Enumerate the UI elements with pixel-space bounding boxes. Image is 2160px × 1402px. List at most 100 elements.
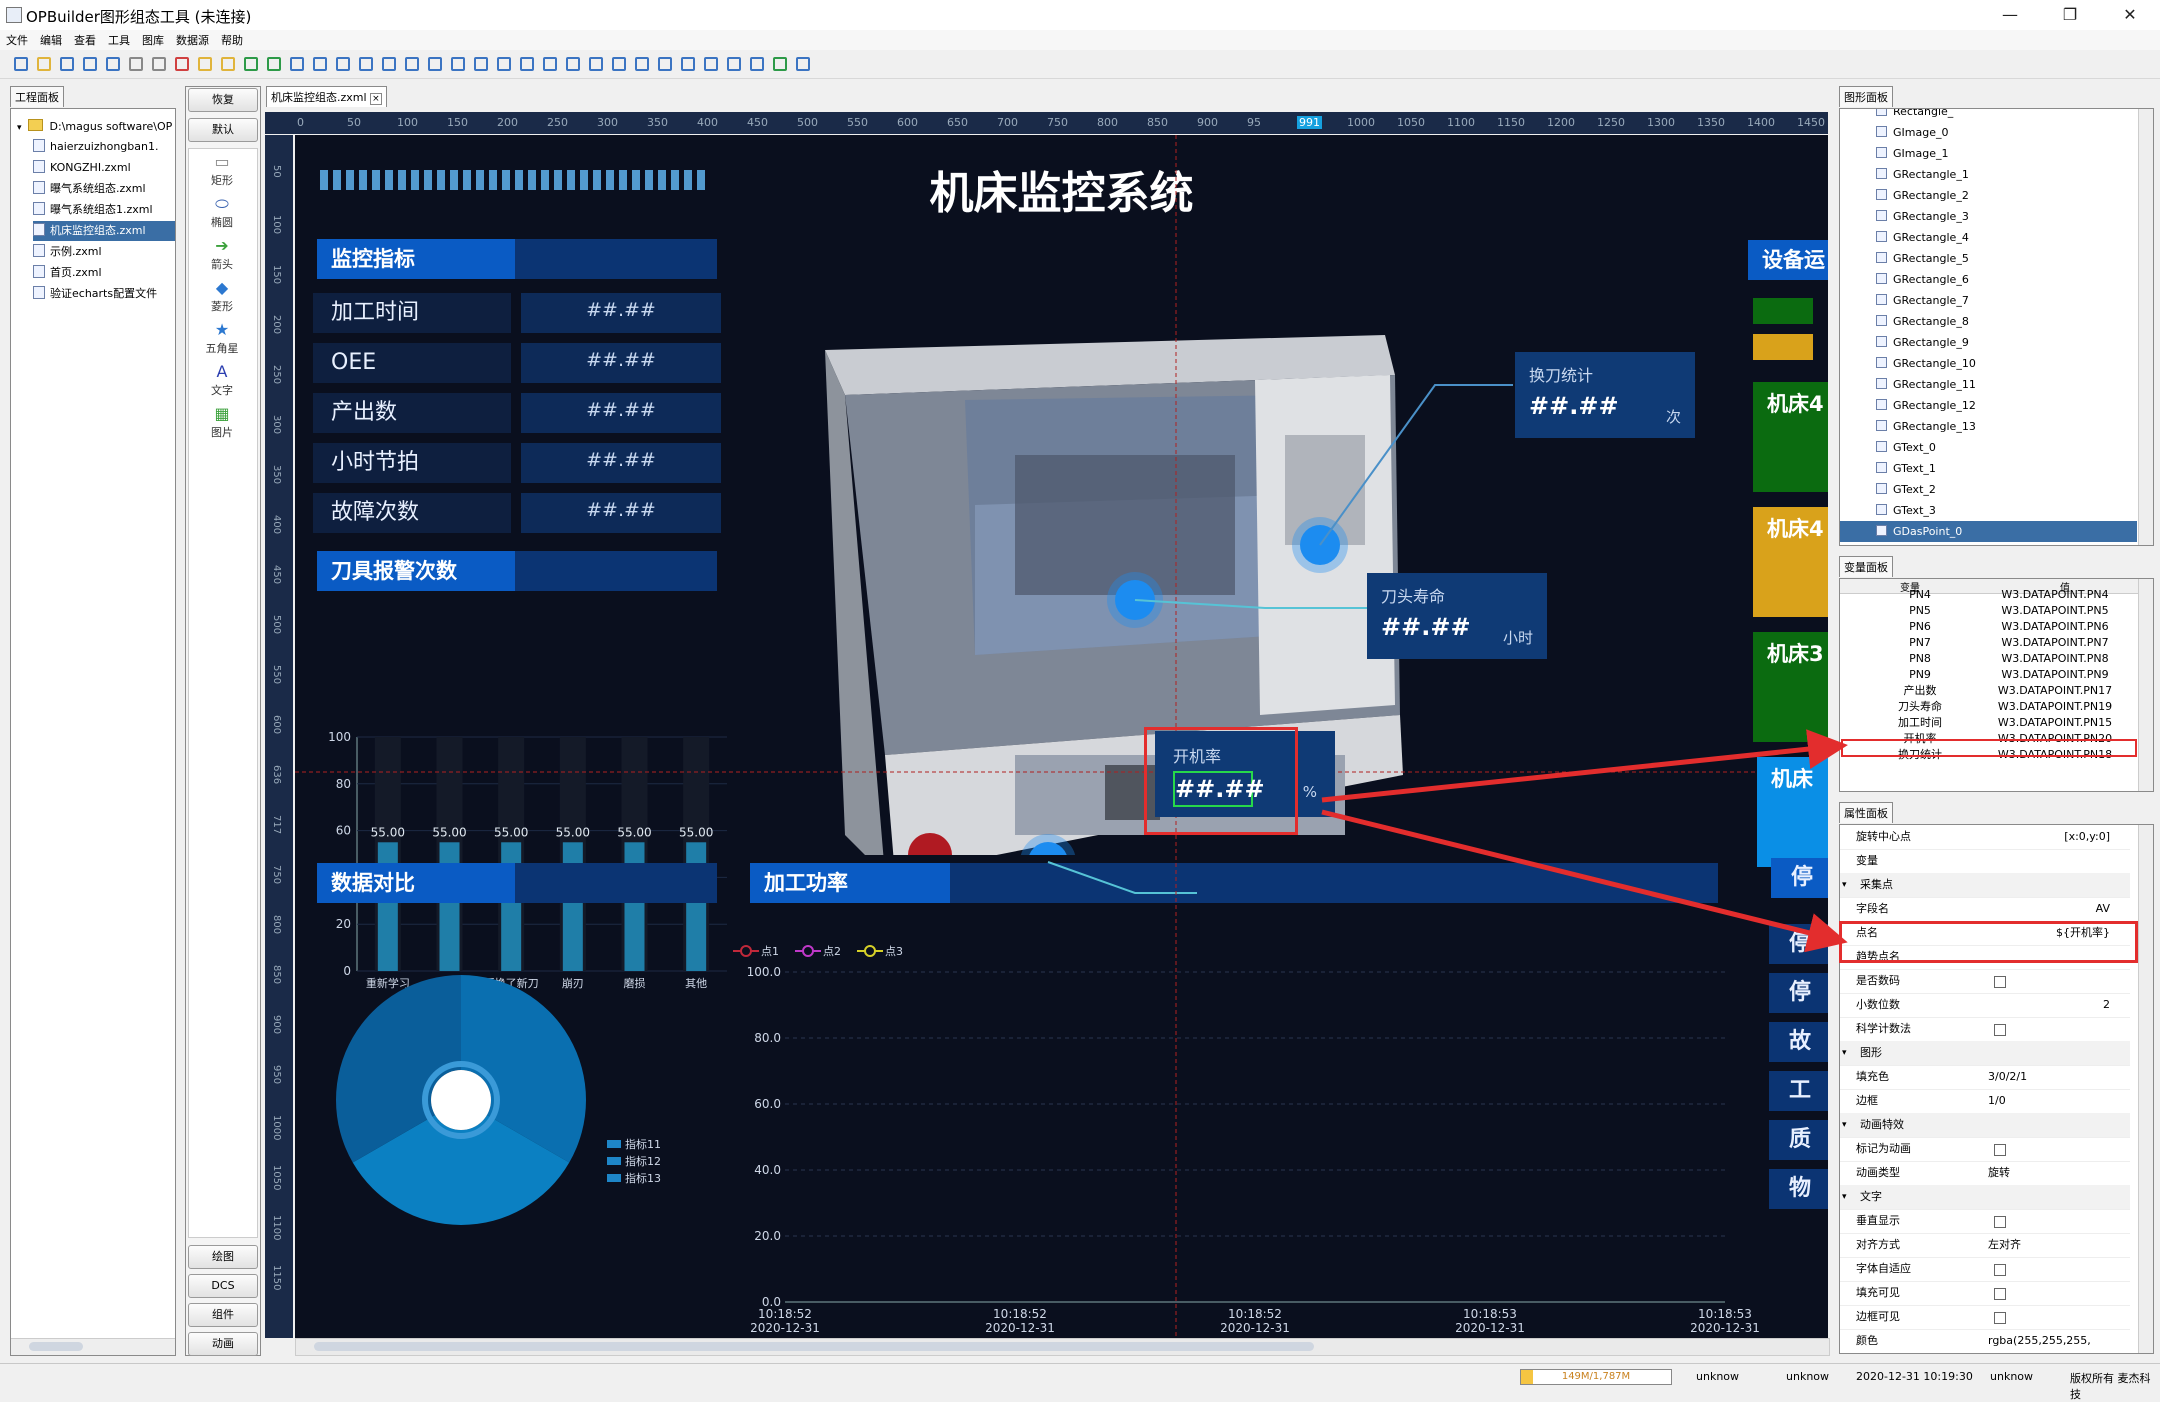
tree-root[interactable]: ▾ D:\magus software\OP — [17, 117, 172, 137]
shape-item[interactable]: GImage_1 — [1840, 143, 2137, 164]
toolbar-tool-icon[interactable] — [727, 57, 741, 71]
shape-item[interactable]: GRectangle_9 — [1840, 332, 2137, 353]
toolbar-tool-icon[interactable] — [152, 57, 166, 71]
property-row[interactable]: ▾ 动画特效 — [1840, 1113, 2130, 1138]
shape-item[interactable]: GRectangle_4 — [1840, 227, 2137, 248]
property-checkbox[interactable] — [1994, 1144, 2006, 1156]
machine-tile-4[interactable]: 机床 — [1757, 757, 1828, 867]
shape-item[interactable]: GRectangle_10 — [1840, 353, 2137, 374]
file-item[interactable]: KONGZHI.zxml — [33, 158, 175, 178]
draw-button[interactable]: 绘图 — [188, 1245, 258, 1269]
property-row[interactable]: 科学计数法 — [1840, 1017, 2130, 1042]
restore-button[interactable]: 恢复 — [188, 88, 258, 112]
tool-life-callout[interactable]: 刀头寿命 ##.## 小时 — [1367, 573, 1547, 659]
shape-item[interactable]: GText_0 — [1840, 437, 2137, 458]
file-item[interactable]: 首页.zxml — [33, 263, 175, 283]
property-value[interactable]: rgba(255,255,255, — [1988, 1329, 2091, 1353]
toolbar-tool-icon[interactable] — [474, 57, 488, 71]
component-button[interactable]: 组件 — [188, 1303, 258, 1327]
palette-shape-icon[interactable]: ▭ — [190, 152, 254, 171]
file-item[interactable]: 机床监控组态.zxml — [33, 221, 175, 241]
shape-item[interactable]: GText_2 — [1840, 479, 2137, 500]
shape-item[interactable]: GRectangle_12 — [1840, 395, 2137, 416]
toolbar-tool-icon[interactable] — [106, 57, 120, 71]
property-row[interactable]: 边框 1/0 — [1840, 1089, 2130, 1114]
kpi-value[interactable]: ##.## — [521, 293, 721, 333]
toolbar-tool-icon[interactable] — [336, 57, 350, 71]
property-row[interactable]: ▾ 采集点 — [1840, 873, 2130, 898]
toolbar-tool-icon[interactable] — [796, 57, 810, 71]
file-item[interactable]: haierzuizhongban1. — [33, 137, 175, 157]
property-row[interactable]: 字体自适应 — [1840, 1257, 2130, 1282]
toolbar-tool-icon[interactable] — [520, 57, 534, 71]
shape-item[interactable]: GText_1 — [1840, 458, 2137, 479]
variable-row[interactable]: 刀头寿命 W3.DATAPOINT.PN19 — [1840, 699, 2130, 715]
menu-tools[interactable]: 工具 — [102, 30, 136, 48]
property-row[interactable]: 填充色 3/0/2/1 — [1840, 1065, 2130, 1090]
property-vscrollbar[interactable] — [2138, 825, 2153, 1353]
shape-item[interactable]: GImage_0 — [1840, 122, 2137, 143]
menu-edit[interactable]: 编辑 — [34, 30, 68, 48]
toolbar-tool-icon[interactable] — [635, 57, 649, 71]
toolbar-tool-icon[interactable] — [313, 57, 327, 71]
shape-item[interactable]: GRectangle_1 — [1840, 164, 2137, 185]
tab-shape-panel[interactable]: 图形面板 — [1839, 86, 1893, 107]
property-value[interactable]: 旋转 — [1988, 1161, 2010, 1185]
kpi-value[interactable]: ##.## — [521, 493, 721, 533]
design-canvas[interactable]: 机床监控系统 监控指标 刀具报警次数 02040608010055.00重新学习… — [295, 135, 1828, 1338]
side-nav-button[interactable]: 物料 — [1769, 1169, 1828, 1209]
toolbar-tool-icon[interactable] — [704, 57, 718, 71]
palette-shape-icon[interactable]: ★ — [190, 320, 254, 339]
palette-shape-icon[interactable]: A — [190, 362, 254, 381]
shape-item[interactable]: GRectangle_7 — [1840, 290, 2137, 311]
palette-shape-icon[interactable]: ▦ — [190, 404, 254, 423]
variable-row[interactable]: PN5 W3.DATAPOINT.PN5 — [1840, 603, 2130, 619]
tool-change-callout[interactable]: 换刀统计 ##.## 次 — [1515, 352, 1695, 438]
property-row[interactable]: 字段名 AV — [1840, 897, 2130, 922]
toolbar-tool-icon[interactable] — [589, 57, 603, 71]
side-nav-button[interactable]: 质量 — [1769, 1120, 1828, 1160]
toolbar-tool-icon[interactable] — [405, 57, 419, 71]
shape-item[interactable]: GRectangle_8 — [1840, 311, 2137, 332]
property-checkbox[interactable] — [1994, 1216, 2006, 1228]
toolbar-tool-icon[interactable] — [543, 57, 557, 71]
canvas-hscroll-thumb[interactable] — [314, 1342, 1314, 1351]
property-value[interactable]: [x:0,y:0] — [2064, 825, 2110, 849]
toolbar-tool-icon[interactable] — [382, 57, 396, 71]
property-row[interactable]: 填充可见 — [1840, 1281, 2130, 1306]
file-item[interactable]: 验证echarts配置文件 — [33, 284, 175, 304]
side-nav-button[interactable]: 停机 — [1769, 924, 1828, 964]
shape-item[interactable]: GRectangle_13 — [1840, 416, 2137, 437]
variable-row[interactable]: PN9 W3.DATAPOINT.PN9 — [1840, 667, 2130, 683]
shape-item[interactable]: Rectangle_ — [1840, 109, 2137, 122]
palette-shape-icon[interactable]: ⬭ — [190, 194, 254, 214]
toolbar-tool-icon[interactable] — [773, 57, 787, 71]
property-row[interactable]: 标记为动画 — [1840, 1137, 2130, 1162]
variable-row[interactable]: 加工时间 W3.DATAPOINT.PN15 — [1840, 715, 2130, 731]
menu-file[interactable]: 文件 — [0, 30, 34, 48]
property-row[interactable]: 变量 — [1840, 849, 2130, 874]
toolbar-tool-icon[interactable] — [198, 57, 212, 71]
minimize-button[interactable]: — — [1990, 2, 2030, 28]
tree-hscrollbar[interactable] — [11, 1338, 175, 1355]
property-row[interactable]: 旋转中心点 [x:0,y:0] — [1840, 825, 2130, 850]
file-item[interactable]: 曝气系统组态.zxml — [33, 179, 175, 199]
close-tab-icon[interactable]: × — [370, 93, 382, 105]
file-item[interactable]: 曝气系统组态1.zxml — [33, 200, 175, 220]
close-button[interactable]: ✕ — [2110, 2, 2150, 28]
toolbar-tool-icon[interactable] — [750, 57, 764, 71]
expand-icon[interactable]: ▾ — [17, 123, 22, 133]
shape-item[interactable]: GRectangle_11 — [1840, 374, 2137, 395]
property-row[interactable]: 动画类型 旋转 — [1840, 1161, 2130, 1186]
side-nav-button[interactable]: 工艺 — [1769, 1071, 1828, 1111]
toolbar-tool-icon[interactable] — [37, 57, 51, 71]
kpi-value[interactable]: ##.## — [521, 343, 721, 383]
side-nav-button[interactable]: 停机 — [1769, 973, 1828, 1013]
toolbar-tool-icon[interactable] — [497, 57, 511, 71]
toolbar-tool-icon[interactable] — [359, 57, 373, 71]
toolbar-tool-icon[interactable] — [612, 57, 626, 71]
collapse-icon[interactable]: ▾ — [1842, 873, 1847, 897]
tab-project-panel[interactable]: 工程面板 — [10, 86, 64, 107]
property-row[interactable]: 颜色 rgba(255,255,255, — [1840, 1329, 2130, 1353]
variable-row[interactable]: PN4 W3.DATAPOINT.PN4 — [1840, 587, 2130, 603]
